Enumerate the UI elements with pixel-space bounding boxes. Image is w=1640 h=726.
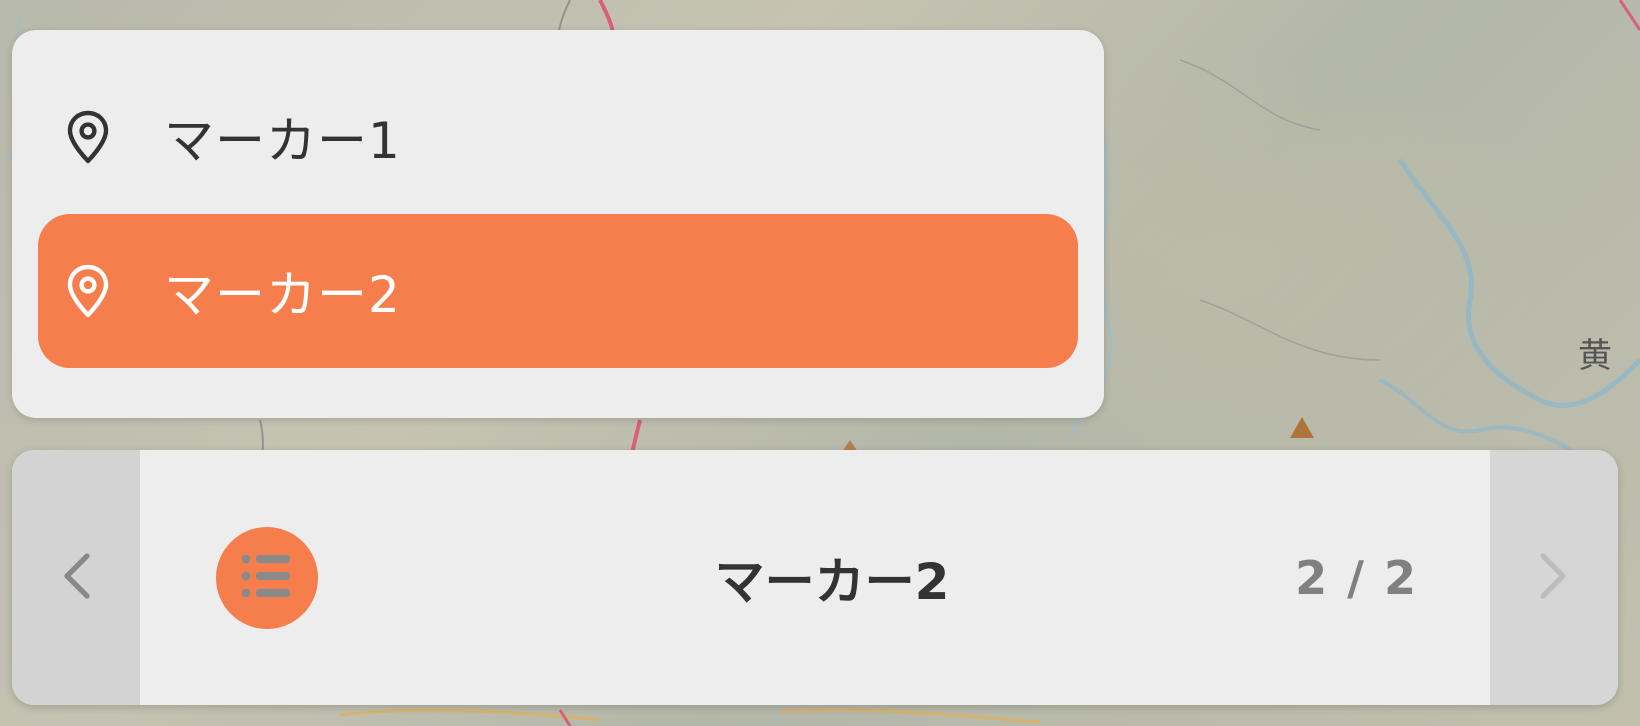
chevron-left-icon (59, 550, 93, 606)
current-marker-title: マーカー2 (714, 552, 950, 611)
marker-list-panel: マーカー1 マーカー2 (12, 30, 1104, 418)
map-pin-icon (64, 263, 112, 319)
marker-list-item-2[interactable]: マーカー2 (38, 214, 1078, 368)
next-marker-button[interactable] (1490, 450, 1618, 705)
marker-list-item-label: マーカー2 (164, 266, 401, 324)
marker-list-item-label: マーカー1 (164, 112, 401, 170)
marker-list-item-1[interactable]: マーカー1 (38, 60, 1078, 214)
previous-marker-button[interactable] (12, 450, 140, 705)
list-icon (240, 551, 294, 605)
map-place-label: 黄 (1578, 336, 1612, 376)
show-marker-list-button[interactable] (216, 527, 318, 629)
marker-navigator: マーカー2 2 / 2 (12, 450, 1618, 705)
marker-page-counter: 2 / 2 (1295, 550, 1418, 605)
map-pin-icon (64, 109, 112, 165)
chevron-right-icon (1537, 550, 1571, 606)
